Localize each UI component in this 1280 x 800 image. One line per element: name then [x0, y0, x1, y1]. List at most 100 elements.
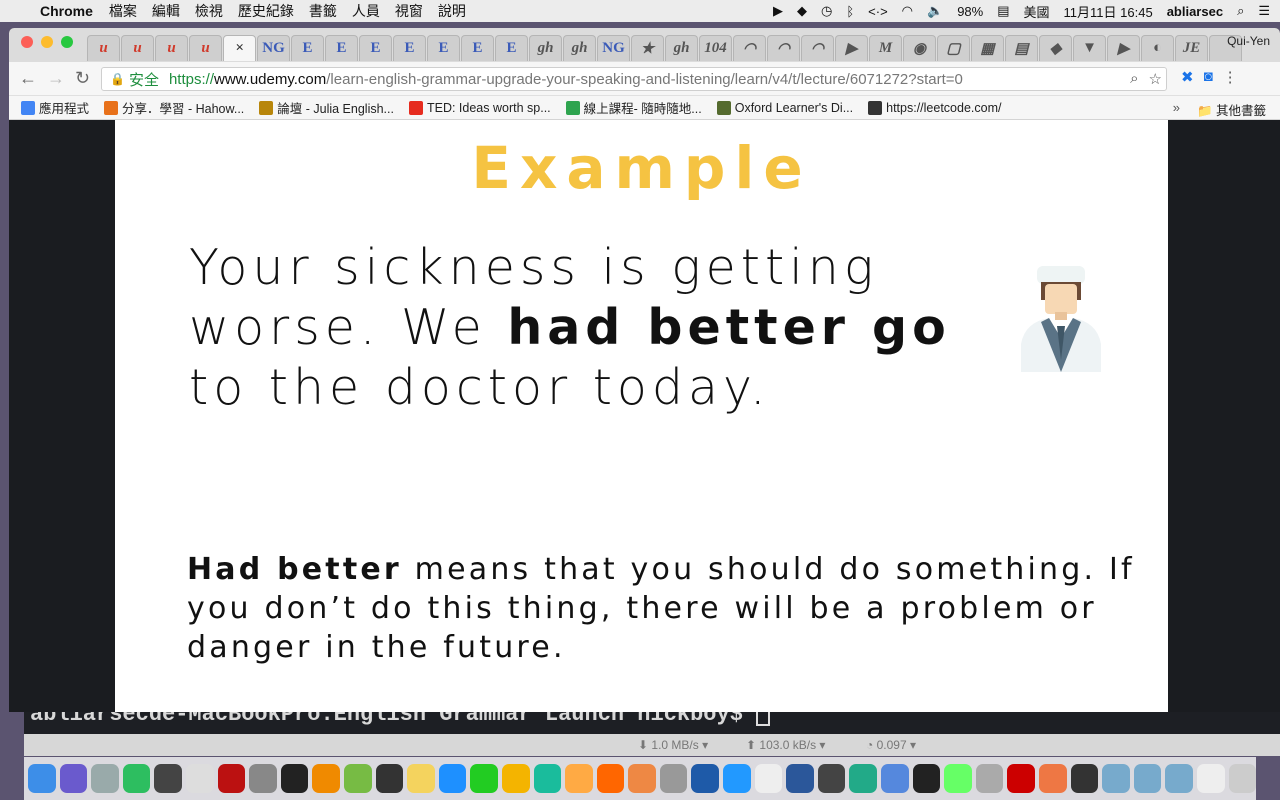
browser-tab[interactable]: u: [189, 35, 222, 61]
browser-tab[interactable]: ◠: [733, 35, 766, 61]
db-icon[interactable]: [659, 764, 688, 793]
browser-tab[interactable]: E: [291, 35, 324, 61]
audio-icon[interactable]: [881, 764, 909, 793]
bookmark-item[interactable]: Oxford Learner's Di...: [716, 100, 853, 115]
browser-tab[interactable]: u: [121, 35, 154, 61]
folder1-icon[interactable]: [1102, 764, 1130, 793]
filezilla-icon[interactable]: [217, 764, 246, 793]
atom-icon[interactable]: [944, 764, 972, 793]
bookmarks-overflow-button[interactable]: »: [1173, 100, 1180, 115]
prefs-icon[interactable]: [249, 764, 277, 793]
input-source[interactable]: 美國: [1024, 2, 1050, 21]
menu-bookmarks[interactable]: 書籤: [309, 1, 337, 21]
chrome-menu-icon[interactable]: ⋮: [1223, 68, 1238, 86]
menu-history[interactable]: 歷史紀錄: [238, 1, 294, 21]
browser-tab[interactable]: gh: [529, 35, 562, 61]
zoom-window-button[interactable]: [61, 36, 73, 48]
spotlight-icon[interactable]: ⌕: [1237, 3, 1244, 19]
zoom-icon[interactable]: ⌕: [1130, 70, 1138, 88]
app-menu[interactable]: Chrome: [40, 3, 93, 19]
flag-icon[interactable]: ▤: [997, 3, 1009, 19]
sourcetree-icon[interactable]: [533, 764, 562, 793]
browser-tab[interactable]: M: [869, 35, 902, 61]
back-button[interactable]: ←: [19, 68, 37, 89]
close-window-button[interactable]: [21, 36, 33, 48]
browser-tab[interactable]: ▢: [937, 35, 970, 61]
profile-button[interactable]: Qui-Yen: [1227, 34, 1270, 48]
evernote-icon[interactable]: [122, 764, 151, 793]
forward-button[interactable]: →: [47, 68, 65, 89]
browser-tab[interactable]: JE: [1175, 35, 1208, 61]
browser-tab[interactable]: NG: [597, 35, 630, 61]
browser-tab[interactable]: ◉: [903, 35, 936, 61]
close-tab-icon[interactable]: ×: [235, 40, 244, 57]
mission-icon[interactable]: [154, 764, 182, 793]
browser-tab[interactable]: ◠: [801, 35, 834, 61]
chrome-icon[interactable]: [501, 764, 530, 793]
photos-icon[interactable]: [628, 764, 656, 793]
browser-tab[interactable]: ▶: [835, 35, 868, 61]
meter-icon[interactable]: [849, 764, 878, 793]
paper-icon[interactable]: [1196, 764, 1225, 793]
browser-tab[interactable]: ▶: [1107, 35, 1140, 61]
volume-icon[interactable]: 🔈: [927, 3, 943, 19]
browser-tab[interactable]: E: [325, 35, 358, 61]
browser-tab[interactable]: E: [495, 35, 528, 61]
browser-tab[interactable]: E: [461, 35, 494, 61]
code-icon[interactable]: <·>: [868, 4, 888, 19]
word-icon[interactable]: [786, 764, 814, 793]
tor-icon[interactable]: [343, 764, 372, 793]
quicktime2-icon[interactable]: [817, 764, 846, 793]
browser-tab[interactable]: u: [87, 35, 120, 61]
wifi-icon[interactable]: [723, 764, 751, 793]
music-icon[interactable]: [565, 764, 593, 793]
browser-tab[interactable]: E: [393, 35, 426, 61]
folder3-icon[interactable]: [1165, 764, 1193, 793]
menu-window[interactable]: 視窗: [395, 1, 423, 21]
browser-tab[interactable]: ◠: [767, 35, 800, 61]
notification-center-icon[interactable]: ☰: [1258, 3, 1270, 19]
browser-tab[interactable]: gh: [665, 35, 698, 61]
notes-icon[interactable]: [407, 764, 435, 793]
tab-active[interactable]: ×: [223, 35, 256, 61]
user-menu[interactable]: abliarsec: [1167, 4, 1223, 19]
vlc-icon[interactable]: [312, 764, 340, 793]
quicktime-icon[interactable]: [375, 764, 404, 793]
browser-tab[interactable]: gh: [563, 35, 596, 61]
menu-file[interactable]: 檔案: [109, 1, 137, 21]
browser-tab[interactable]: ▤: [1005, 35, 1038, 61]
script-icon[interactable]: [185, 764, 214, 793]
virtualbox-icon[interactable]: [691, 764, 720, 793]
battery-percent[interactable]: 98%: [957, 4, 983, 19]
panda-icon[interactable]: [1070, 764, 1099, 793]
folder2-icon[interactable]: [1133, 764, 1162, 793]
browser-tab[interactable]: u: [155, 35, 188, 61]
browser-tab[interactable]: ★: [631, 35, 664, 61]
clock[interactable]: 11月11日 16:45: [1064, 2, 1153, 21]
menu-edit[interactable]: 編輯: [152, 1, 180, 21]
finder-icon[interactable]: [28, 764, 56, 793]
dropbox-icon[interactable]: ◆: [797, 3, 807, 19]
bluetooth-icon[interactable]: ᛒ: [846, 4, 854, 19]
reload-button[interactable]: ↻: [75, 68, 90, 89]
facetime-icon[interactable]: [470, 764, 498, 793]
extension-x-icon[interactable]: ✖: [1181, 68, 1194, 86]
rocket-icon[interactable]: [975, 764, 1004, 793]
bookmark-item[interactable]: TED: Ideas worth sp...: [408, 100, 551, 115]
browser-tab[interactable]: ▦: [971, 35, 1004, 61]
trash-icon[interactable]: [1228, 764, 1257, 793]
browser-tab[interactable]: ◆: [1039, 35, 1072, 61]
address-bar[interactable]: 🔒 安全 https:// www.udemy.com /learn-engli…: [101, 67, 1167, 91]
other-bookmarks-folder[interactable]: 📁 其他書籤: [1197, 100, 1266, 119]
menu-view[interactable]: 檢視: [195, 1, 223, 21]
wifi-icon[interactable]: ◠: [902, 3, 913, 19]
siri-icon[interactable]: [59, 764, 88, 793]
preview-icon[interactable]: [754, 764, 783, 793]
extension-o-icon[interactable]: ◙: [1204, 68, 1213, 86]
browser-tab[interactable]: E: [427, 35, 460, 61]
bookmark-item[interactable]: 論壇 - Julia English...: [259, 98, 394, 117]
pycharm-icon[interactable]: [912, 764, 941, 793]
acrobat-icon[interactable]: [1007, 764, 1035, 793]
timemachine-icon[interactable]: ◷: [821, 3, 832, 19]
bookmark-item[interactable]: https://leetcode.com/: [868, 100, 1001, 115]
